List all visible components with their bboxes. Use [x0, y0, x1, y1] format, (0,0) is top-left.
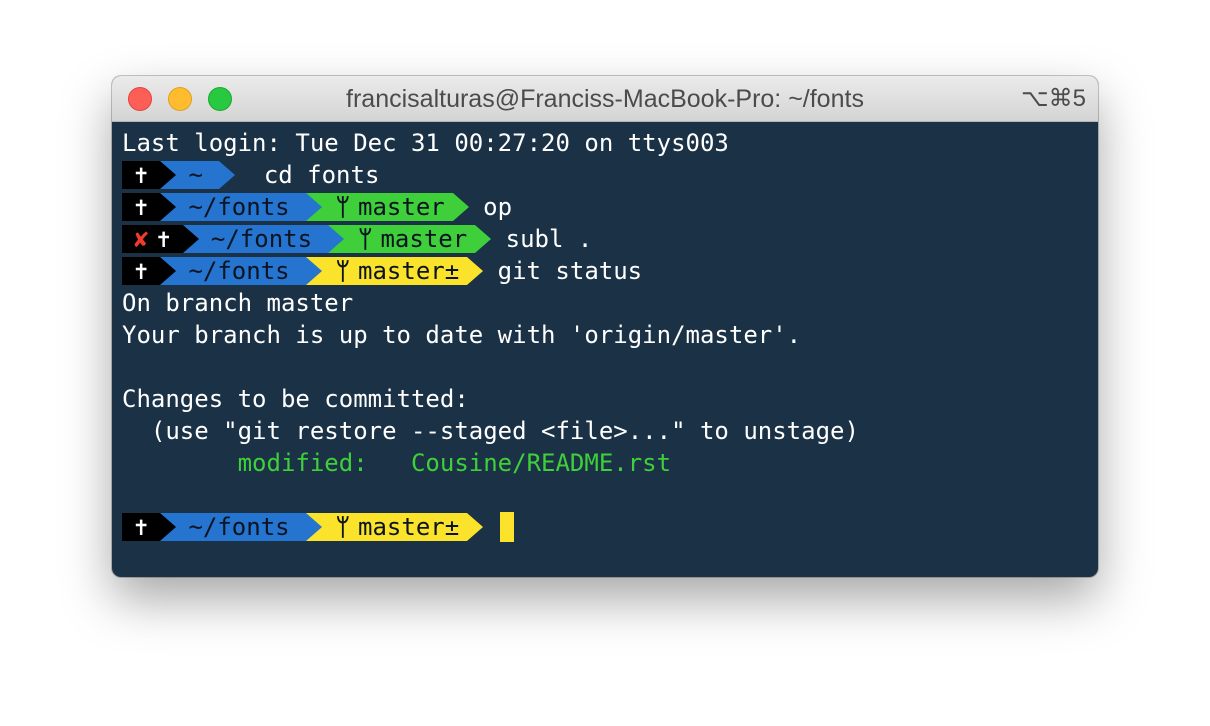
dir-segment: ~/fonts	[160, 513, 306, 541]
dir-segment: ~/fonts	[182, 225, 329, 253]
branch-name: master±	[358, 513, 460, 541]
command-text: op	[483, 193, 513, 221]
error-x-icon: ✘	[122, 225, 149, 253]
prompt-line: ✝ ~/fonts ᛘ master±	[122, 511, 859, 543]
dir-segment: ~/fonts	[160, 193, 306, 221]
output-line: Changes to be committed:	[122, 385, 469, 413]
branch-name: master	[358, 193, 445, 221]
branch-icon: ᛘ	[335, 193, 351, 221]
command-text: git status	[497, 257, 643, 285]
terminal-content[interactable]: Last login: Tue Dec 31 00:27:20 on ttys0…	[122, 127, 859, 543]
prompt-line: ✝ ~/fonts ᛘ master± git status	[122, 255, 859, 287]
prompt-line: ✝ ~ cd fonts	[122, 159, 859, 191]
last-login-line: Last login: Tue Dec 31 00:27:20 on ttys0…	[122, 129, 729, 157]
git-segment: ᛘ master±	[305, 513, 468, 541]
terminal-cursor[interactable]	[499, 512, 514, 542]
git-segment: ᛘ master±	[305, 257, 468, 285]
output-line: (use "git restore --staged <file>..." to…	[122, 417, 859, 445]
branch-icon: ᛘ	[358, 225, 373, 253]
git-segment: ᛘ master	[328, 225, 476, 253]
command-text	[235, 159, 264, 191]
command-text: subl .	[505, 225, 593, 253]
output-line: On branch master	[122, 289, 354, 317]
root-cross-icon: ✝	[122, 161, 161, 189]
root-cross-icon: ✝	[122, 257, 161, 285]
root-cross-icon: ✝	[148, 225, 183, 253]
modified-file-line: modified: Cousine/README.rst	[122, 447, 859, 479]
root-cross-icon: ✝	[122, 193, 161, 221]
dir-segment: ~/fonts	[160, 257, 306, 285]
title-bar[interactable]: francisalturas@Franciss-MacBook-Pro: ~/f…	[112, 76, 1098, 122]
branch-name: master±	[358, 257, 460, 285]
root-cross-icon: ✝	[122, 513, 161, 541]
output-line: Your branch is up to date with 'origin/m…	[122, 321, 802, 349]
window-shortcut: ⌥⌘5	[1020, 85, 1086, 112]
command-text: cd fonts	[263, 161, 380, 189]
modified-label: modified:	[122, 449, 411, 477]
branch-name: master	[380, 225, 468, 253]
git-segment: ᛘ master	[305, 193, 453, 221]
terminal-window: francisalturas@Franciss-MacBook-Pro: ~/f…	[112, 76, 1098, 577]
prompt-line: ✘ ✝ ~/fonts ᛘ master subl .	[122, 223, 859, 255]
branch-icon: ᛘ	[335, 257, 351, 285]
prompt-line: ✝ ~/fonts ᛘ master op	[122, 191, 859, 223]
modified-file: Cousine/README.rst	[410, 449, 672, 477]
window-title: francisalturas@Franciss-MacBook-Pro: ~/f…	[346, 85, 864, 113]
branch-icon: ᛘ	[335, 513, 351, 541]
